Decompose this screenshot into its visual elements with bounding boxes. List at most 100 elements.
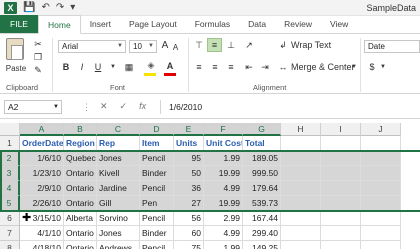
- table-cell[interactable]: Gill: [97, 196, 140, 211]
- table-cell[interactable]: 36: [174, 181, 204, 196]
- header-cell[interactable]: [281, 136, 321, 151]
- table-cell[interactable]: [361, 166, 401, 181]
- table-cell[interactable]: 19.99: [204, 196, 243, 211]
- align-top-icon[interactable]: ⊤: [192, 39, 206, 51]
- table-cell[interactable]: [361, 241, 401, 249]
- save-icon[interactable]: 💾: [23, 2, 35, 14]
- table-cell[interactable]: [281, 196, 321, 211]
- table-cell[interactable]: Ontario: [64, 226, 97, 241]
- grow-font-button[interactable]: A: [160, 40, 170, 52]
- table-cell[interactable]: [321, 241, 361, 249]
- shrink-font-button[interactable]: A: [171, 42, 180, 54]
- column-header-e[interactable]: E: [174, 123, 204, 136]
- header-cell[interactable]: Item: [140, 136, 174, 151]
- table-cell[interactable]: [321, 151, 361, 166]
- row-header-8[interactable]: 8: [0, 241, 20, 249]
- table-cell[interactable]: [361, 226, 401, 241]
- align-right-icon[interactable]: ≡: [224, 61, 238, 73]
- table-cell[interactable]: [281, 226, 321, 241]
- table-cell[interactable]: [321, 211, 361, 226]
- table-cell[interactable]: Jones: [97, 151, 140, 166]
- resize-grip-icon[interactable]: ⋮: [82, 102, 91, 113]
- font-name-dropdown[interactable]: Arial ▼: [58, 40, 126, 53]
- chevron-down-icon[interactable]: ▼: [379, 61, 387, 73]
- wrap-text-icon[interactable]: ↲: [276, 39, 290, 51]
- table-cell[interactable]: Pencil: [140, 211, 174, 226]
- align-center-icon[interactable]: ≡: [208, 61, 222, 73]
- table-cell[interactable]: 27: [174, 196, 204, 211]
- table-cell[interactable]: 4.99: [204, 181, 243, 196]
- table-cell[interactable]: [281, 211, 321, 226]
- table-cell[interactable]: [321, 166, 361, 181]
- select-all-corner[interactable]: [0, 123, 20, 136]
- header-cell[interactable]: Units: [174, 136, 204, 151]
- header-cell[interactable]: Total: [243, 136, 281, 151]
- column-header-d[interactable]: D: [140, 123, 174, 136]
- table-cell[interactable]: 1/23/10: [20, 166, 64, 181]
- chevron-down-icon[interactable]: ▼: [350, 61, 358, 73]
- header-cell[interactable]: [321, 136, 361, 151]
- header-cell[interactable]: Region: [64, 136, 97, 151]
- row-header-1[interactable]: 1: [0, 136, 20, 151]
- table-cell[interactable]: [321, 196, 361, 211]
- table-cell[interactable]: 95: [174, 151, 204, 166]
- table-cell[interactable]: Jones: [97, 226, 140, 241]
- merge-center-icon[interactable]: ↔: [276, 61, 290, 73]
- format-painter-icon[interactable]: ✎: [32, 64, 44, 76]
- table-cell[interactable]: 1.99: [204, 241, 243, 249]
- wrap-text-button[interactable]: Wrap Text: [291, 39, 331, 51]
- table-cell[interactable]: Ontario: [64, 196, 97, 211]
- table-cell[interactable]: Jardine: [97, 181, 140, 196]
- column-header-a[interactable]: A: [20, 123, 64, 136]
- table-cell[interactable]: 999.50: [243, 166, 281, 181]
- font-color-button[interactable]: A: [164, 60, 176, 72]
- table-cell[interactable]: 2.99: [204, 211, 243, 226]
- header-cell[interactable]: [361, 136, 401, 151]
- table-cell[interactable]: Ontario: [64, 166, 97, 181]
- row-header-2[interactable]: 2: [0, 151, 20, 166]
- copy-icon[interactable]: ❐: [32, 51, 44, 63]
- table-cell[interactable]: Pencil: [140, 181, 174, 196]
- table-cell[interactable]: [321, 181, 361, 196]
- table-cell[interactable]: Ontario: [64, 181, 97, 196]
- tab-home[interactable]: Home: [38, 15, 81, 34]
- table-cell[interactable]: [361, 181, 401, 196]
- paste-icon[interactable]: [6, 38, 24, 60]
- table-cell[interactable]: 189.05: [243, 151, 281, 166]
- table-cell[interactable]: Sorvino: [97, 211, 140, 226]
- paste-button[interactable]: Paste: [4, 63, 28, 75]
- insert-function-icon[interactable]: fx: [139, 101, 146, 112]
- column-header-c[interactable]: C: [97, 123, 140, 136]
- column-header-h[interactable]: H: [281, 123, 321, 136]
- align-middle-icon[interactable]: ≡: [207, 38, 222, 52]
- table-cell[interactable]: [281, 181, 321, 196]
- table-cell[interactable]: Andrews: [97, 241, 140, 249]
- number-format-dropdown[interactable]: Date: [364, 40, 420, 53]
- table-cell[interactable]: 4.99: [204, 226, 243, 241]
- row-header-4[interactable]: 4: [0, 181, 20, 196]
- header-cell[interactable]: OrderDate: [20, 136, 64, 151]
- column-header-f[interactable]: F: [204, 123, 243, 136]
- table-cell[interactable]: 167.44: [243, 211, 281, 226]
- table-cell[interactable]: Quebec: [64, 151, 97, 166]
- cancel-icon[interactable]: ✕: [100, 101, 108, 112]
- align-bottom-icon[interactable]: ⊥: [224, 39, 238, 51]
- align-left-icon[interactable]: ≡: [192, 61, 206, 73]
- table-cell[interactable]: Pencil: [140, 241, 174, 249]
- cut-icon[interactable]: ✂: [32, 38, 44, 50]
- table-cell[interactable]: Binder: [140, 166, 174, 181]
- italic-button[interactable]: I: [76, 61, 88, 73]
- fill-color-icon[interactable]: ◈: [144, 59, 158, 71]
- table-cell[interactable]: Alberta: [64, 211, 97, 226]
- table-cell[interactable]: Ontario: [64, 241, 97, 249]
- column-header-b[interactable]: B: [64, 123, 97, 136]
- table-cell[interactable]: [281, 151, 321, 166]
- table-cell[interactable]: Binder: [140, 226, 174, 241]
- table-cell[interactable]: [321, 226, 361, 241]
- name-box[interactable]: A2 ▼: [4, 100, 62, 114]
- increase-indent-icon[interactable]: ⇥: [258, 61, 272, 73]
- redo-icon[interactable]: ↷: [56, 2, 64, 14]
- table-cell[interactable]: 4/18/10: [20, 241, 64, 249]
- table-cell[interactable]: 1.99: [204, 151, 243, 166]
- column-header-g[interactable]: G: [243, 123, 281, 136]
